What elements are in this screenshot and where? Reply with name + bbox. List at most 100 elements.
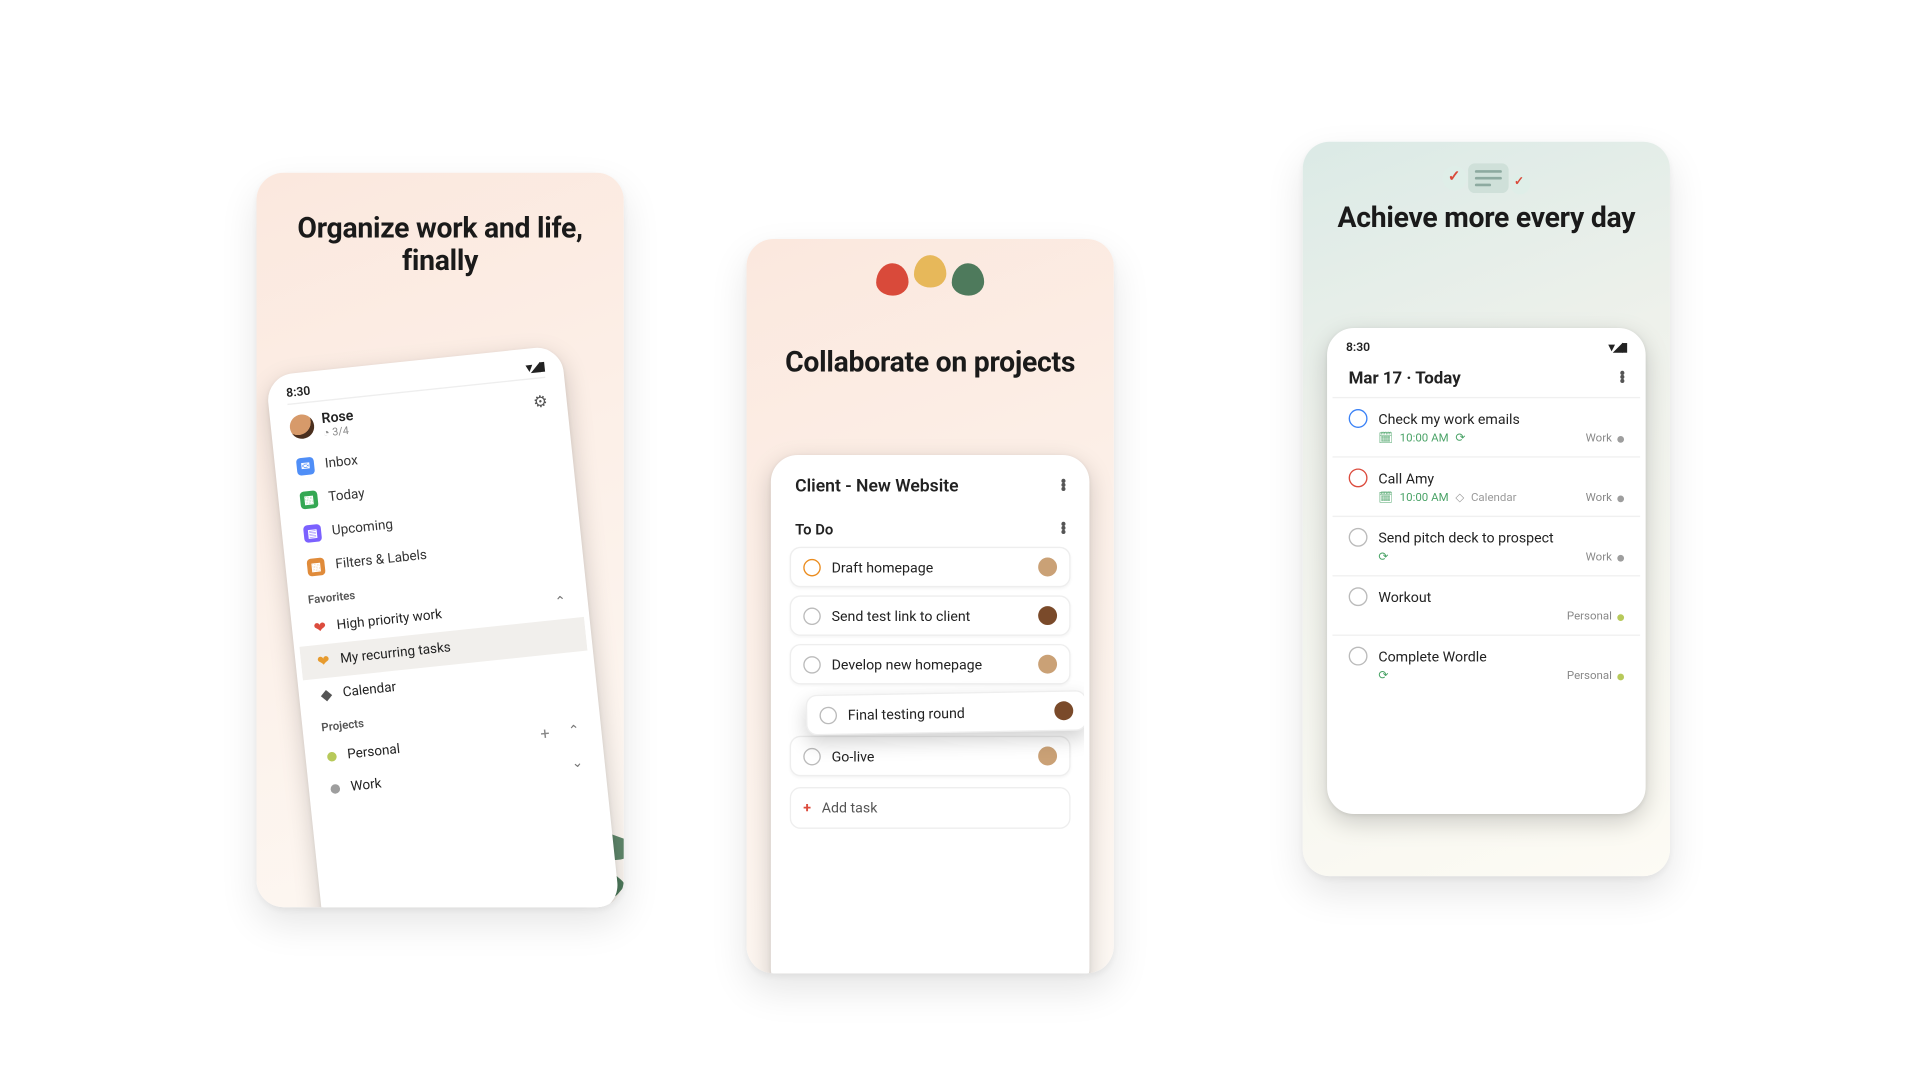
username: Rose: [321, 406, 355, 427]
people-illustration: [876, 263, 984, 295]
nav-label: Upcoming: [331, 518, 393, 539]
chevron-up-icon[interactable]: ⌃: [568, 723, 581, 739]
phone-mock-today: 8:30 ▾◢▮ Mar 17 · Today ••• Check my wor…: [1327, 328, 1646, 814]
project-pill: Personal: [1567, 610, 1624, 624]
favorite-label: My recurring tasks: [340, 640, 452, 666]
recurring-icon: ⟳: [1378, 551, 1388, 565]
today-task[interactable]: Send pitch deck to prospect ⟳ Work: [1332, 516, 1640, 575]
status-time: 8:30: [286, 385, 311, 401]
project-title-row: Client - New Website •••: [776, 460, 1084, 507]
plus-icon: +: [803, 799, 811, 817]
flame-icon: ❤: [316, 652, 330, 671]
tag-icon: ◆: [320, 686, 333, 705]
today-icon: ▦: [299, 490, 318, 509]
task-label: Complete Wordle: [1378, 647, 1486, 665]
task-checkbox[interactable]: [803, 558, 821, 576]
task-label: Develop new homepage: [832, 655, 983, 673]
task-label: Draft homepage: [832, 558, 934, 576]
assignee-avatar: [1038, 747, 1057, 766]
task-time: 10:00 AM: [1400, 432, 1449, 446]
today-title: Mar 17 · Today: [1349, 369, 1461, 389]
avatar: [289, 413, 316, 440]
chevron-down-icon[interactable]: ⌄: [571, 756, 584, 772]
nav-label: Inbox: [324, 453, 358, 471]
add-task-label: Add task: [822, 799, 878, 817]
task-label: Workout: [1378, 588, 1431, 606]
task-checkbox[interactable]: [803, 607, 821, 625]
task-label: Send test link to client: [832, 607, 971, 625]
headline: Organize work and life, finally: [257, 213, 624, 278]
task-extra: Calendar: [1471, 491, 1517, 505]
project-title: Client - New Website: [795, 477, 958, 497]
label-icon: ◇: [1455, 491, 1464, 505]
headline: Collaborate on projects: [747, 347, 1114, 380]
task-label: Go-live: [832, 747, 875, 765]
promo-card-achieve: Achieve more every day 8:30 ▾◢▮ Mar 17 ·…: [1303, 142, 1670, 876]
task-label: Check my work emails: [1378, 410, 1519, 428]
calendar-icon: 🗓: [1378, 432, 1393, 446]
task-checkbox[interactable]: [803, 655, 821, 673]
section-title-row: To Do •••: [776, 508, 1084, 547]
task-list: Draft homepage Send test link to client …: [776, 547, 1084, 829]
task-label: Send pitch deck to prospect: [1378, 529, 1553, 547]
task-checkbox[interactable]: [1349, 528, 1368, 547]
project-label: Personal: [347, 742, 401, 762]
add-task-button[interactable]: + Add task: [790, 787, 1071, 829]
task-label: Call Amy: [1378, 469, 1434, 487]
assignee-avatar: [1038, 558, 1057, 577]
assignee-avatar: [1038, 655, 1057, 674]
task-checkbox[interactable]: [1349, 647, 1368, 666]
project-pill: Work: [1586, 551, 1624, 565]
favorite-label: Calendar: [342, 680, 397, 700]
status-time: 8:30: [1346, 342, 1370, 356]
more-icon[interactable]: •••: [1060, 481, 1065, 493]
today-task[interactable]: Complete Wordle ⟳ Personal: [1332, 635, 1640, 694]
phone-mock-sidebar: 8:30 ▾◢▮ Rose ◔3/4 ⚙ ✉ Inbox ▦ Today: [265, 345, 620, 907]
nav-label: Filters & Labels: [335, 548, 428, 572]
assignee-avatar: [1054, 701, 1073, 720]
project-dot-icon: [327, 751, 337, 761]
task-item[interactable]: Send test link to client: [790, 595, 1071, 636]
add-subproject-button[interactable]: +: [539, 724, 550, 744]
recurring-icon: ⟳: [1378, 670, 1388, 684]
status-bar: 8:30 ▾◢▮: [1332, 333, 1640, 357]
phone-mock-project: Client - New Website ••• To Do ••• Draft…: [771, 455, 1090, 973]
calendar-icon: 🗓: [1378, 491, 1393, 505]
task-checkbox[interactable]: [819, 706, 837, 724]
task-time: 10:00 AM: [1400, 491, 1449, 505]
nav-label: Today: [328, 487, 366, 506]
recurring-icon: ⟳: [1455, 432, 1465, 446]
task-checkbox[interactable]: [1349, 468, 1368, 487]
project-label: Work: [350, 777, 382, 795]
project-pill: Personal: [1567, 670, 1624, 684]
more-icon[interactable]: •••: [1060, 524, 1065, 536]
promo-card-collaborate: Collaborate on projects Client - New Web…: [747, 239, 1114, 973]
project-pill: Work: [1586, 491, 1624, 505]
status-icons: ▾◢▮: [525, 361, 544, 376]
headline: Achieve more every day: [1303, 203, 1670, 236]
more-icon[interactable]: •••: [1619, 373, 1624, 385]
today-header: Mar 17 · Today •••: [1332, 358, 1640, 397]
task-item[interactable]: Draft homepage: [790, 547, 1071, 588]
task-item-dragging[interactable]: Final testing round: [806, 690, 1087, 735]
today-task[interactable]: Call Amy 🗓 10:00 AM ◇ Calendar Work: [1332, 456, 1640, 515]
today-task[interactable]: Workout Personal: [1332, 575, 1640, 634]
user-progress: ◔3/4: [322, 424, 355, 439]
task-checkbox[interactable]: [1349, 587, 1368, 606]
upcoming-icon: ▤: [303, 524, 322, 543]
checks-illustration: [1442, 161, 1530, 195]
gear-icon[interactable]: ⚙: [532, 391, 548, 411]
project-dot-icon: [330, 784, 340, 794]
task-checkbox[interactable]: [803, 747, 821, 765]
filters-icon: ▦: [306, 557, 325, 576]
task-checkbox[interactable]: [1349, 409, 1368, 428]
task-item[interactable]: Go-live: [790, 736, 1071, 777]
today-task[interactable]: Check my work emails 🗓 10:00 AM ⟳ Work: [1332, 397, 1640, 456]
favorite-label: High priority work: [336, 607, 443, 633]
section-title: To Do: [795, 521, 833, 539]
project-pill: Work: [1586, 432, 1624, 446]
chevron-up-icon[interactable]: ⌃: [554, 594, 567, 610]
status-icons: ▾◢▮: [1609, 342, 1627, 356]
task-item[interactable]: Develop new homepage: [790, 644, 1071, 685]
flame-icon: ❤: [313, 618, 327, 637]
